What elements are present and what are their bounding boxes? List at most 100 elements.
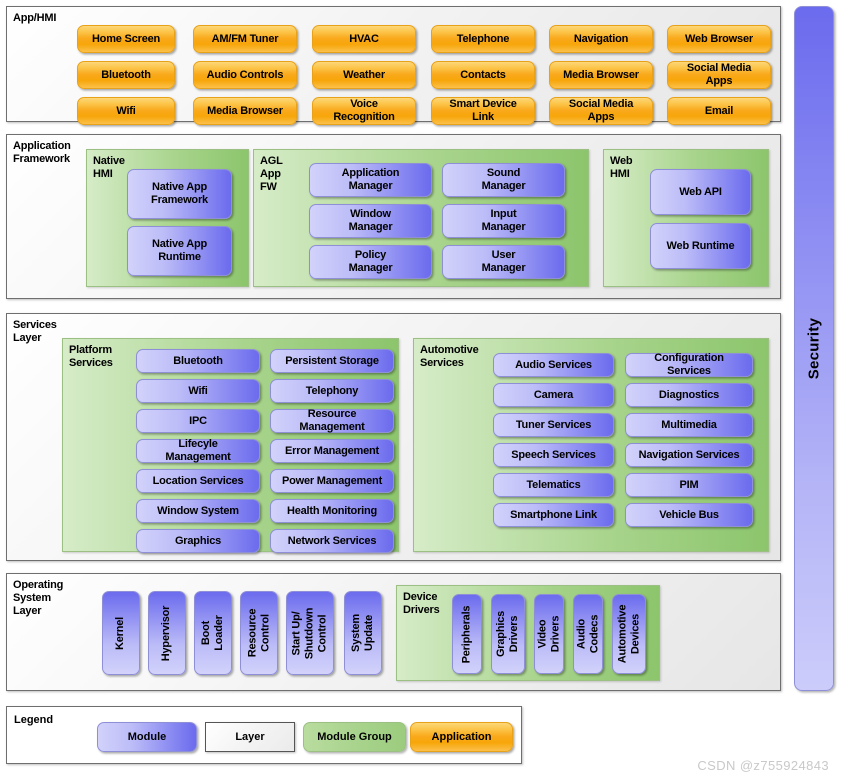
module-video-drivers-label: Video Drivers [536,615,562,653]
application-audio-controls[interactable]: Audio Controls [193,61,297,89]
application-social-media-apps-row2[interactable]: Social Media Apps [667,61,771,89]
module-system-update[interactable]: System Update [344,591,382,675]
module-network-services[interactable]: Network Services [270,529,394,553]
module-video-drivers[interactable]: Video Drivers [534,594,564,674]
security-bar-label: Security [805,317,823,380]
module-group-platform-services: Platform Services Bluetooth Wifi IPC Lif… [62,338,399,553]
module-user-manager[interactable]: User Manager [442,245,565,279]
module-graphics[interactable]: Graphics [136,529,260,553]
module-smartphone-link[interactable]: Smartphone Link [493,503,614,527]
module-window-system[interactable]: Window System [136,499,260,523]
legend-swatch-application: Application [410,722,513,752]
architecture-diagram: App/HMI Home Screen AM/FM Tuner HVAC Tel… [0,0,841,779]
layer-application-framework: Application Framework Native HMI Native … [6,134,781,299]
module-location-services[interactable]: Location Services [136,469,260,493]
legend-swatch-module-group: Module Group [303,722,406,752]
module-resource-management[interactable]: Resource Management [270,408,394,433]
legend-title: Legend [14,714,54,726]
layer-label-services: Services Layer [13,319,57,344]
module-speech-services[interactable]: Speech Services [493,443,614,467]
watermark: CSDN @z755924843 [697,758,829,773]
module-group-label-automotive-services: Automotive Services [420,344,479,369]
module-lifecycle-management[interactable]: Lifecyle Management [136,438,260,463]
module-group-native-hmi: Native HMI Native App Framework Native A… [86,149,249,287]
module-bluetooth[interactable]: Bluetooth [136,349,260,373]
application-smart-device-link[interactable]: Smart Device Link [431,97,535,125]
layer-operating-system: Operating System Layer Kernel Hypervisor… [6,573,781,691]
application-wifi[interactable]: Wifi [77,97,175,125]
module-ipc[interactable]: IPC [136,409,260,433]
layer-label-app-hmi: App/HMI [13,12,57,24]
application-email[interactable]: Email [667,97,771,125]
application-contacts[interactable]: Contacts [431,61,535,89]
module-navigation-services[interactable]: Navigation Services [625,443,753,467]
module-diagnostics[interactable]: Diagnostics [625,383,753,407]
module-persistent-storage[interactable]: Persistent Storage [270,349,394,373]
module-hypervisor[interactable]: Hypervisor [148,591,186,675]
module-graphics-drivers[interactable]: Graphics Drivers [491,594,525,674]
module-camera[interactable]: Camera [493,383,614,407]
module-audio-services[interactable]: Audio Services [493,353,614,377]
application-home-screen[interactable]: Home Screen [77,25,175,53]
module-kernel[interactable]: Kernel [102,591,140,675]
application-am-fm-tuner[interactable]: AM/FM Tuner [193,25,297,53]
module-pim[interactable]: PIM [625,473,753,497]
module-multimedia[interactable]: Multimedia [625,413,753,437]
module-resource-control[interactable]: Resource Control [240,591,278,675]
module-group-label-native-hmi: Native HMI [93,155,125,180]
module-web-api[interactable]: Web API [650,169,751,215]
module-telephony[interactable]: Telephony [270,379,394,403]
module-group-label-platform-services: Platform Services [69,344,113,369]
application-weather[interactable]: Weather [312,61,416,89]
module-system-update-label: System Update [350,614,375,652]
module-telematics[interactable]: Telematics [493,473,614,497]
module-window-manager[interactable]: Window Manager [309,204,432,238]
module-native-app-framework[interactable]: Native App Framework [127,169,232,219]
application-social-media-apps-row3[interactable]: Social Media Apps [549,97,653,125]
legend-swatch-module: Module [97,722,197,752]
application-web-browser[interactable]: Web Browser [667,25,771,53]
module-start-up-shutdown-control-label: Start Up/ Shutdown Control [290,607,329,659]
layer-services: Services Layer Platform Services Bluetoo… [6,313,781,561]
module-configuration-services[interactable]: Configuration Services [625,352,753,377]
module-power-management[interactable]: Power Management [270,469,394,493]
application-media-browser-row3[interactable]: Media Browser [193,97,297,125]
module-boot-loader-label: Boot Loader [200,615,225,651]
module-error-management[interactable]: Error Management [270,439,394,463]
module-group-label-device-drivers: Device Drivers [403,591,440,616]
module-input-manager[interactable]: Input Manager [442,204,565,238]
module-application-manager[interactable]: Application Manager [309,163,432,197]
module-kernel-label: Kernel [114,616,127,650]
application-voice-recognition[interactable]: Voice Recognition [312,97,416,125]
module-sound-manager[interactable]: Sound Manager [442,163,565,197]
module-tuner-services[interactable]: Tuner Services [493,413,614,437]
module-group-agl-app-fw: AGL App FW Application Manager Sound Man… [253,149,589,287]
module-web-runtime[interactable]: Web Runtime [650,223,751,269]
application-media-browser-row2[interactable]: Media Browser [549,61,653,89]
legend-swatch-layer: Layer [205,722,295,752]
module-policy-manager[interactable]: Policy Manager [309,245,432,279]
module-group-web-hmi: Web HMI Web API Web Runtime [603,149,769,287]
legend: Legend Module Layer Module Group Applica… [6,706,522,764]
module-group-label-agl-app-fw: AGL App FW [260,155,283,193]
layer-label-operating-system: Operating System Layer [13,579,64,617]
module-hypervisor-label: Hypervisor [160,605,173,661]
module-native-app-runtime[interactable]: Native App Runtime [127,226,232,276]
module-vehicle-bus[interactable]: Vehicle Bus [625,503,753,527]
application-bluetooth[interactable]: Bluetooth [77,61,175,89]
application-telephone[interactable]: Telephone [431,25,535,53]
module-group-automotive-services: Automotive Services Audio Services Camer… [413,338,769,552]
module-audio-codecs-label: Audio Codecs [575,614,601,654]
module-peripherals[interactable]: Peripherals [452,594,482,674]
module-health-monitoring[interactable]: Health Monitoring [270,499,394,523]
layer-label-application-framework: Application Framework [13,140,71,165]
module-graphics-drivers-label: Graphics Drivers [495,610,520,658]
module-wifi[interactable]: Wifi [136,379,260,403]
application-hvac[interactable]: HVAC [312,25,416,53]
application-navigation[interactable]: Navigation [549,25,653,53]
module-start-up-shutdown-control[interactable]: Start Up/ Shutdown Control [286,591,334,675]
module-boot-loader[interactable]: Boot Loader [194,591,232,675]
module-audio-codecs[interactable]: Audio Codecs [573,594,603,674]
layer-app-hmi: App/HMI Home Screen AM/FM Tuner HVAC Tel… [6,6,781,125]
module-automotive-devices[interactable]: Automotive Devices [612,594,646,674]
